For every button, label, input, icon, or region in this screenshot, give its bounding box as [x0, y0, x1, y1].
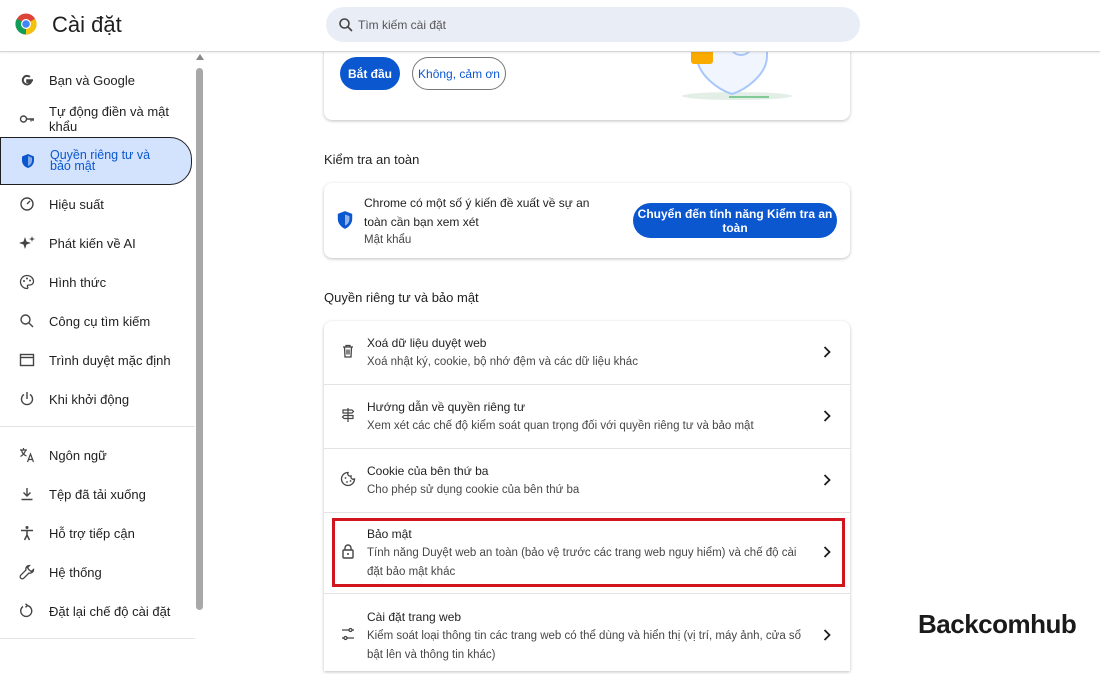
chevron-right-icon — [823, 346, 831, 358]
security-highlight-box — [332, 518, 845, 587]
sidebar-item-label: Trình duyệt mặc định — [49, 352, 171, 368]
power-icon — [19, 391, 35, 407]
row-description: Kiểm soát loại thông tin các trang web c… — [367, 630, 802, 661]
top-bar: Cài đặt — [0, 0, 1100, 52]
sidebar-item-appearance[interactable]: Hình thức — [0, 264, 192, 300]
search-icon — [339, 17, 353, 32]
chevron-right-icon — [823, 410, 831, 422]
privacy-settings-card: Xoá dữ liệu duyệt web Xoá nhật ký, cooki… — [324, 321, 850, 671]
speedometer-icon — [19, 196, 35, 212]
page-title: Cài đặt — [52, 12, 122, 37]
accessibility-icon — [19, 525, 35, 541]
sidebar-item-label: Quyền riêng tư và bảo mật — [50, 148, 151, 173]
sidebar-item-label: Hệ thống — [49, 564, 102, 580]
sidebar-item-privacy[interactable]: Quyền riêng tư và bảo mật — [0, 137, 192, 185]
search-input[interactable] — [358, 17, 838, 32]
sidebar-item-on-startup[interactable]: Khi khởi động — [0, 381, 192, 417]
watermark-logo: Backcomhub — [918, 609, 1077, 639]
translate-icon — [19, 447, 35, 463]
chrome-logo-icon — [15, 13, 37, 35]
row-title: Xoá dữ liệu duyệt web — [367, 336, 487, 350]
reset-icon — [19, 603, 35, 619]
sidebar-item-label: Hình thức — [49, 274, 107, 290]
no-thanks-button[interactable]: Không, cảm ơn — [412, 57, 506, 90]
sidebar-item-label: Công cụ tìm kiếm — [49, 313, 151, 329]
wrench-icon — [19, 564, 35, 580]
third-party-cookies-row[interactable]: Cookie của bên thứ ba Cho phép sử dụng c… — [324, 449, 850, 512]
sidebar-item-system[interactable]: Hệ thống — [0, 554, 192, 590]
sidebar-scrollbar-thumb[interactable] — [196, 68, 203, 610]
sidebar-item-search-engine[interactable]: Công cụ tìm kiếm — [0, 303, 192, 339]
privacy-section-title: Quyền riêng tư và bảo mật — [324, 290, 479, 305]
sidebar-item-performance[interactable]: Hiệu suất — [0, 186, 192, 222]
row-description: Xoá nhật ký, cookie, bộ nhớ đệm và các d… — [367, 356, 638, 368]
key-icon — [19, 111, 35, 127]
safety-check-message: Chrome có một số ý kiến đề xuất về sự an… — [364, 196, 590, 229]
search-icon — [19, 313, 35, 329]
search-box[interactable] — [326, 7, 860, 42]
privacy-guide-row[interactable]: Hướng dẫn về quyền riêng tư Xem xét các … — [324, 385, 850, 448]
sparkle-icon — [19, 235, 35, 251]
row-description: Cho phép sử dụng cookie của bên thứ ba — [367, 484, 580, 496]
chevron-right-icon — [823, 629, 831, 641]
trash-icon — [343, 344, 353, 358]
palette-icon — [19, 274, 35, 290]
sidebar-item-default-browser[interactable]: Trình duyệt mặc định — [0, 342, 192, 378]
sidebar-item-languages[interactable]: Ngôn ngữ — [0, 437, 192, 473]
sidebar-item-label: Đặt lại chế độ cài đặt — [49, 603, 171, 619]
safety-check-card: Chrome có một số ý kiến đề xuất về sự an… — [324, 183, 850, 258]
cookie-icon — [340, 471, 356, 487]
sidebar: Bạn và Google Tự động điền và mật khẩu Q… — [0, 52, 205, 660]
sidebar-item-ai[interactable]: Phát kiến về AI — [0, 225, 192, 261]
sidebar-item-label: Phát kiến về AI — [49, 235, 136, 251]
shield-icon — [20, 153, 36, 169]
go-to-safety-check-button[interactable]: Chuyển đến tính năng Kiểm tra an toàn — [633, 203, 837, 238]
google-icon — [19, 72, 35, 88]
browser-window-icon — [19, 352, 35, 368]
scroll-up-arrow-icon[interactable] — [196, 54, 204, 60]
sidebar-item-you-and-google[interactable]: Bạn và Google — [0, 62, 192, 98]
sidebar-item-label: Bạn và Google — [49, 72, 136, 88]
sidebar-item-label: Hỗ trợ tiếp cận — [49, 525, 135, 541]
shield-icon — [337, 211, 353, 229]
row-description: Xem xét các chế độ kiểm soát quan trọng … — [367, 420, 754, 432]
safety-check-sub: Mật khẩu — [364, 234, 412, 246]
sidebar-divider — [0, 638, 195, 639]
sidebar-item-autofill[interactable]: Tự động điền và mật khẩu — [0, 101, 192, 137]
chevron-right-icon — [823, 474, 831, 486]
sidebar-item-label: Ngôn ngữ — [49, 447, 107, 463]
sidebar-item-label: Tự động điền và mật khẩu — [49, 104, 169, 134]
sidebar-divider — [0, 426, 195, 427]
sidebar-item-accessibility[interactable]: Hỗ trợ tiếp cận — [0, 515, 192, 551]
row-title: Hướng dẫn về quyền riêng tư — [367, 400, 526, 414]
safety-check-title: Kiểm tra an toàn — [324, 152, 420, 167]
site-settings-row[interactable]: Cài đặt trang web Kiểm soát loại thông t… — [324, 594, 850, 674]
row-title: Cookie của bên thứ ba — [367, 464, 489, 478]
signpost-icon — [341, 408, 355, 422]
download-icon — [19, 486, 35, 502]
sidebar-item-label: Hiệu suất — [49, 196, 104, 212]
clear-browsing-data-row[interactable]: Xoá dữ liệu duyệt web Xoá nhật ký, cooki… — [324, 321, 850, 384]
tune-icon — [342, 627, 354, 641]
start-button[interactable]: Bắt đầu — [340, 57, 400, 90]
sidebar-item-reset[interactable]: Đặt lại chế độ cài đặt — [0, 593, 192, 629]
sidebar-item-downloads[interactable]: Tệp đã tải xuống — [0, 476, 192, 512]
sidebar-item-label: Khi khởi động — [49, 391, 130, 407]
row-title: Cài đặt trang web — [367, 610, 462, 624]
sidebar-item-label: Tệp đã tải xuống — [49, 486, 146, 502]
